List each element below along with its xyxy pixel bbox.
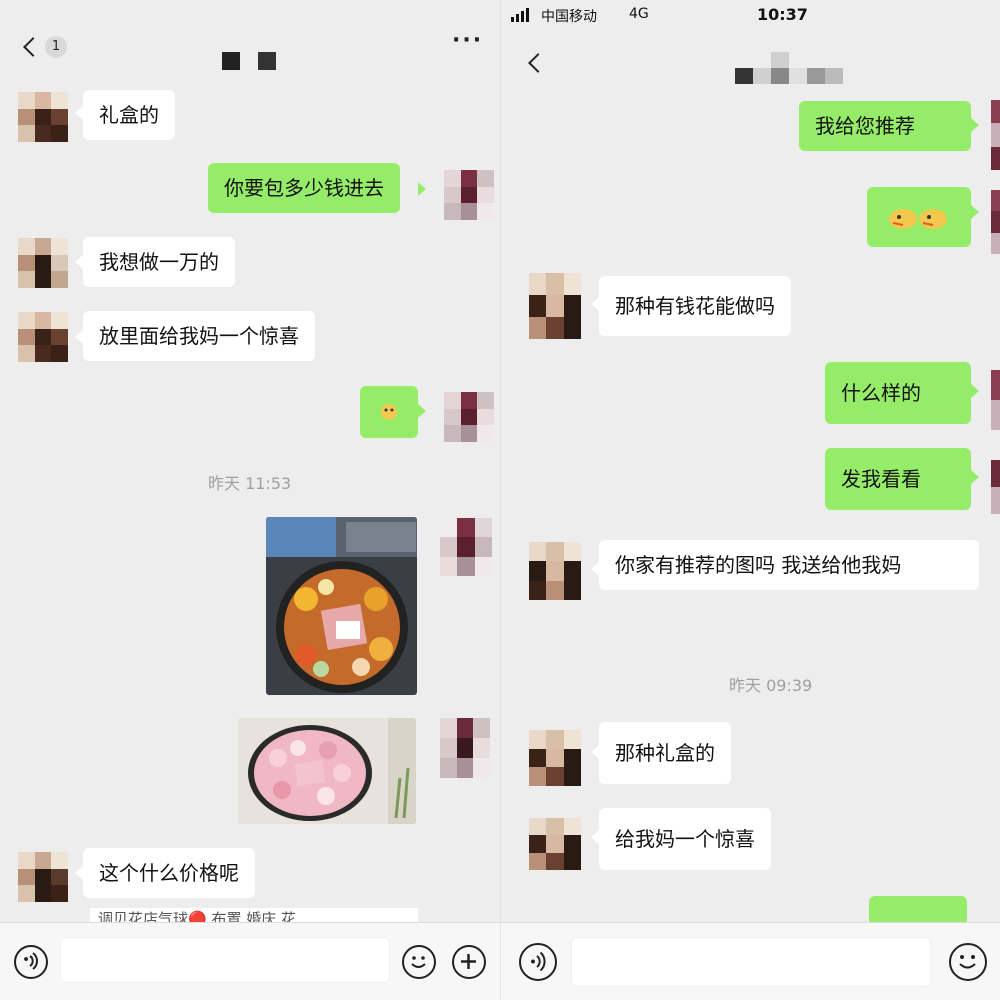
pink-gift-box-photo	[248, 718, 416, 824]
my-avatar[interactable]	[991, 190, 1000, 254]
input-bar	[0, 922, 500, 1000]
message-incoming[interactable]: 礼盒的	[83, 90, 175, 140]
photo-message[interactable]	[238, 718, 416, 824]
my-avatar[interactable]	[440, 718, 490, 778]
bubble-tail	[591, 297, 599, 311]
bubble-tail	[75, 866, 83, 880]
bubble-tail	[75, 330, 83, 344]
message-incoming[interactable]: 给我妈一个惊喜	[599, 808, 771, 870]
message-outgoing[interactable]: 你要包多少钱进去	[208, 163, 400, 213]
contact-avatar[interactable]	[18, 312, 68, 362]
back-chevron-icon[interactable]	[528, 53, 548, 73]
bubble-tail	[971, 384, 979, 398]
plus-icon[interactable]	[452, 945, 486, 979]
my-avatar[interactable]	[444, 170, 494, 220]
unread-badge: 1	[45, 36, 67, 58]
message-outgoing[interactable]: 我给您推荐	[799, 101, 971, 151]
bubble-tail	[418, 404, 426, 418]
message-input[interactable]	[571, 937, 931, 987]
carrier: 中国移动	[541, 9, 597, 25]
message-incoming[interactable]: 这个什么价格呢	[83, 848, 255, 898]
message-incoming[interactable]: 我想做一万的	[83, 237, 235, 287]
contact-avatar[interactable]	[18, 92, 68, 142]
my-avatar[interactable]	[444, 392, 494, 442]
message-outgoing[interactable]: 发我看看	[825, 448, 971, 510]
contact-avatar[interactable]	[529, 818, 581, 870]
my-avatar[interactable]	[991, 460, 1000, 514]
contact-name-redacted	[222, 52, 276, 70]
sticker-message[interactable]	[360, 386, 418, 438]
message-incoming[interactable]: 你家有推荐的图吗 我送给他我妈	[599, 540, 979, 590]
my-avatar[interactable]	[991, 370, 1000, 430]
bubble-tail	[418, 182, 426, 196]
clock: 10:37	[757, 5, 808, 24]
bubble-tail	[75, 255, 83, 269]
timestamp: 昨天 09:39	[729, 676, 813, 695]
emoji-sticker-icon	[381, 404, 397, 420]
voice-icon[interactable]	[14, 945, 48, 979]
right-chat-panel: 中国移动 4G 10:37 我给您推荐 那种有钱花能做吗 什么样的 发我看看 你…	[500, 0, 1000, 1000]
contact-avatar[interactable]	[529, 542, 581, 600]
bubble-tail	[971, 470, 979, 484]
my-avatar[interactable]	[991, 100, 1000, 170]
emoji-sticker-icon	[889, 209, 947, 229]
voice-icon[interactable]	[519, 943, 557, 981]
left-chat-panel: 1 ··· 礼盒的 你要包多少钱进去 我想做一万的 放里面给我妈一个惊喜 昨天 …	[0, 0, 500, 1000]
signal-icon	[511, 8, 529, 22]
gift-box-photo	[266, 517, 417, 693]
input-bar	[501, 922, 1000, 1000]
sticker-message[interactable]	[867, 187, 971, 247]
message-incoming[interactable]: 那种有钱花能做吗	[599, 276, 791, 336]
contact-avatar[interactable]	[18, 238, 68, 288]
bubble-tail	[75, 106, 83, 120]
message-outgoing[interactable]: 什么样的	[825, 362, 971, 424]
back-chevron-icon[interactable]	[23, 37, 43, 57]
bubble-tail	[971, 118, 979, 132]
bubble-tail	[591, 830, 599, 844]
bubble-tail	[591, 562, 599, 576]
emoji-icon[interactable]	[949, 943, 987, 981]
contact-avatar[interactable]	[18, 852, 68, 902]
my-avatar[interactable]	[440, 518, 492, 576]
contact-avatar[interactable]	[529, 730, 581, 786]
contact-name-redacted	[735, 52, 843, 84]
message-incoming[interactable]: 放里面给我妈一个惊喜	[83, 311, 315, 361]
bubble-tail	[971, 205, 979, 219]
message-input[interactable]	[60, 937, 390, 983]
message-incoming[interactable]: 那种礼盒的	[599, 722, 731, 784]
timestamp: 昨天 11:53	[208, 474, 292, 493]
photo-message[interactable]	[266, 517, 417, 695]
emoji-icon[interactable]	[402, 945, 436, 979]
contact-avatar[interactable]	[529, 273, 581, 339]
more-dots-icon[interactable]: ···	[452, 28, 483, 53]
network-type: 4G	[629, 6, 649, 22]
bubble-tail	[591, 745, 599, 759]
